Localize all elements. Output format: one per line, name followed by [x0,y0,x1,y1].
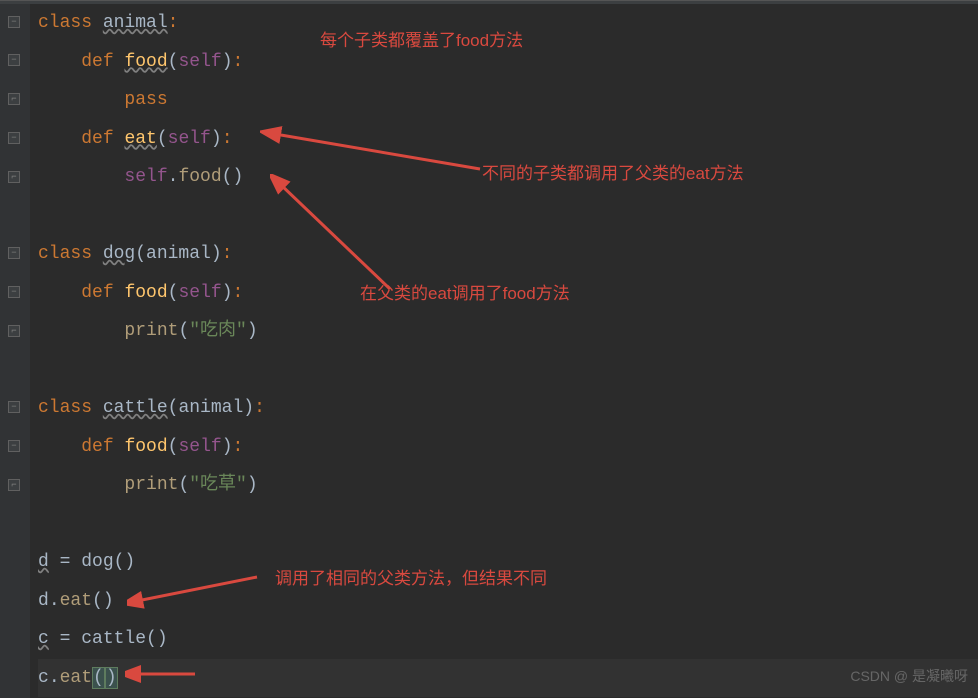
code-line[interactable]: class dog(animal): [38,235,978,274]
code-line[interactable]: def eat(self): [38,120,978,159]
fold-icon[interactable]: − [8,16,20,28]
fold-icon[interactable]: − [8,54,20,66]
fold-icon[interactable]: ⌐ [8,171,20,183]
code-line[interactable]: c.eat() [38,659,978,698]
fold-icon[interactable]: ⌐ [8,479,20,491]
code-editor: − − ⌐ − ⌐ − − ⌐ − − ⌐ class animal: def … [0,4,978,698]
code-line[interactable]: def food(self): [38,428,978,467]
code-line[interactable]: c = cattle() [38,620,978,659]
fold-icon[interactable]: − [8,247,20,259]
annotation-text: 不同的子类都调用了父类的eat方法 [482,159,744,184]
watermark: CSDN @ 是凝曦呀 [850,666,968,686]
code-line[interactable]: class cattle(animal): [38,389,978,428]
annotation-text: 在父类的eat调用了food方法 [360,279,570,304]
fold-icon[interactable]: ⌐ [8,93,20,105]
annotation-text: 每个子类都覆盖了food方法 [320,26,523,51]
code-area[interactable]: class animal: def food(self): pass def e… [30,4,978,698]
code-line[interactable]: print("吃肉") [38,312,978,351]
code-line[interactable]: print("吃草") [38,466,978,505]
fold-gutter: − − ⌐ − ⌐ − − ⌐ − − ⌐ [0,4,30,698]
fold-icon[interactable]: − [8,286,20,298]
fold-icon[interactable]: − [8,440,20,452]
code-line[interactable] [38,505,978,544]
code-line[interactable] [38,351,978,390]
fold-icon[interactable]: − [8,132,20,144]
annotation-text: 调用了相同的父类方法，但结果不同 [275,564,547,589]
fold-icon[interactable]: − [8,401,20,413]
fold-icon[interactable]: ⌐ [8,325,20,337]
code-line[interactable] [38,197,978,236]
code-line[interactable]: pass [38,81,978,120]
